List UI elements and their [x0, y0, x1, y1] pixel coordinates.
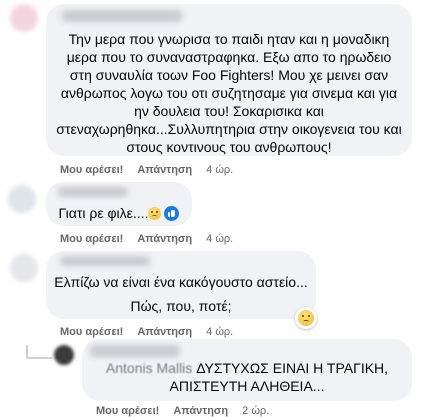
timestamp[interactable]: 2 ώρ. [242, 405, 269, 417]
like-button[interactable]: Μου αρέσει! [60, 326, 123, 338]
commenter-avatar[interactable] [8, 185, 36, 213]
commenter-name[interactable] [60, 256, 150, 266]
sad-face-emoji-icon [298, 310, 314, 326]
like-button[interactable]: Μου αρέσει! [60, 233, 123, 245]
comment-bubble: Γιατι ρε φιλε.... [46, 182, 192, 226]
commenter-avatar[interactable] [54, 345, 74, 365]
commenter-name[interactable]: Antonis Mallis [106, 360, 192, 376]
commenter-name-blur [90, 345, 180, 357]
reply-button[interactable]: Απάντηση [173, 405, 228, 417]
like-button[interactable]: Μου αρέσει! [60, 164, 123, 176]
commenter-avatar[interactable] [10, 4, 38, 32]
comment-bubble: Antonis Mallis ΔΥΣΤΥΧΩΣ ΕΙΝΑΙ Η ΤΡΑΓΙΚΗ,… [82, 339, 412, 401]
comment-text: Ελπίζω να είναι ένα κακόγουστο αστείο...… [54, 274, 308, 314]
sad-reaction-icon[interactable] [295, 307, 317, 329]
reply-button[interactable]: Απάντηση [137, 233, 192, 245]
comment-actions: Μου αρέσει! Απάντηση 4 ώρ. [60, 326, 233, 338]
reply-button[interactable]: Απάντηση [137, 164, 192, 176]
reply-thread-connector [26, 357, 52, 359]
timestamp[interactable]: 4 ώρ. [206, 233, 233, 245]
commenter-name[interactable] [62, 10, 182, 22]
commenter-avatar[interactable] [10, 254, 38, 282]
sad-face-emoji-icon [148, 207, 162, 220]
comment-bubble: Την μερα που γνωρισα το παιδι ηταν και η… [46, 4, 412, 156]
like-reaction-icon[interactable] [164, 206, 180, 221]
comment-text: Γιατι ρε φιλε.... [46, 204, 192, 222]
comment-actions: Μου αρέσει! Απάντηση 4 ώρ. [60, 164, 233, 176]
comment-text: Antonis Mallis ΔΥΣΤΥΧΩΣ ΕΙΝΑΙ Η ΤΡΑΓΙΚΗ,… [105, 360, 389, 394]
comment-actions: Μου αρέσει! Απάντηση 2 ώρ. [96, 405, 269, 417]
like-button[interactable]: Μου αρέσει! [96, 405, 159, 417]
commenter-name[interactable] [58, 187, 128, 197]
timestamp[interactable]: 4 ώρ. [206, 326, 233, 338]
timestamp[interactable]: 4 ώρ. [206, 164, 233, 176]
comment-actions: Μου αρέσει! Απάντηση 4 ώρ. [60, 233, 233, 245]
reply-button[interactable]: Απάντηση [137, 326, 192, 338]
comment-text: Την μερα που γνωρισα το παιδι ηταν και η… [56, 31, 402, 155]
comment-bubble: Ελπίζω να είναι ένα κακόγουστο αστείο...… [46, 251, 316, 319]
